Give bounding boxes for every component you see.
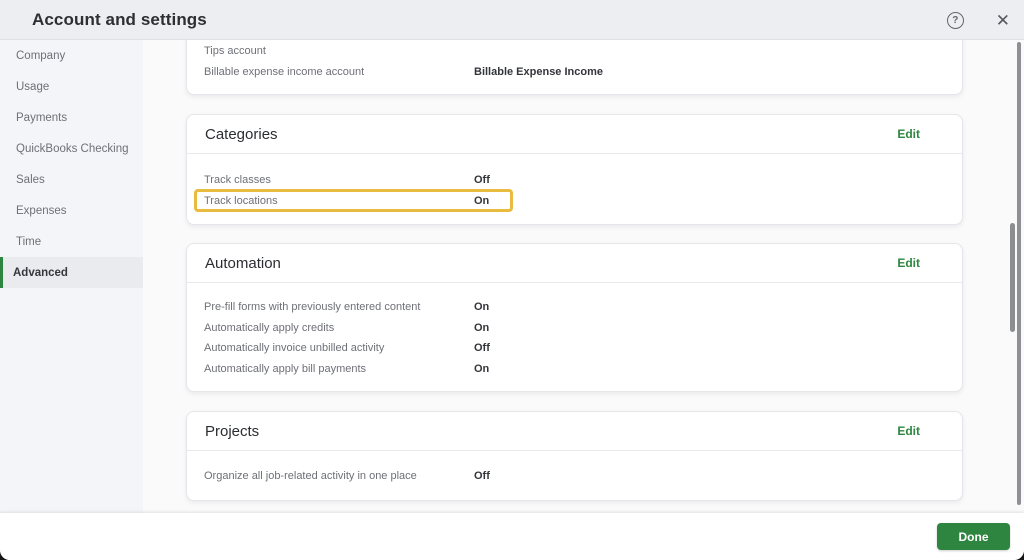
page-title: Account and settings [32,9,207,29]
card-title: Automation [205,254,281,272]
setting-label: Organize all job-related activity in one… [204,469,417,482]
setting-value: Billable Expense Income [474,65,603,78]
setting-value: On [474,321,490,334]
card-automation-header: Automation Edit [187,244,962,282]
titlebar-actions: ? ✕ [946,0,1016,40]
card-categories: Categories Edit Track classes Off Track … [186,114,963,225]
card-automation: Automation Edit Pre-fill forms with prev… [186,243,963,392]
settings-content: Tips account Billable expense income acc… [143,40,1024,513]
setting-row-track-locations: Track locations On [194,189,920,212]
categories-edit-button[interactable]: Edit [897,127,920,141]
card-title: Projects [205,422,260,440]
sidebar-item-advanced[interactable]: Advanced [0,257,143,288]
help-icon[interactable]: ? [946,11,964,29]
setting-value: Off [474,173,490,186]
setting-label: Track classes [204,173,271,186]
sidebar-item-sales[interactable]: Sales [0,164,143,195]
setting-value: On [474,362,490,375]
setting-row-billable-expense-income-account: Billable expense income account Billable… [204,61,920,82]
projects-edit-button[interactable]: Edit [897,424,920,438]
card-projects-header: Projects Edit [187,412,962,450]
sidebar-item-company[interactable]: Company [0,40,143,71]
account-settings-dialog: Account and settings ? ✕ Company Usage P… [0,0,1024,560]
setting-label: Pre-fill forms with previously entered c… [204,301,421,314]
setting-label: Tips account [204,44,266,57]
setting-label: Automatically apply bill payments [204,362,367,375]
content-scrollbar-thumb[interactable] [1010,223,1015,332]
sidebar-item-time[interactable]: Time [0,226,143,257]
setting-row-tips-account: Tips account [204,40,920,61]
sidebar-item-quickbooks-checking[interactable]: QuickBooks Checking [0,133,143,164]
dialog-titlebar: Account and settings ? ✕ [0,0,1024,40]
setting-value: On [474,194,490,207]
settings-sidebar: Company Usage Payments QuickBooks Checki… [0,40,143,513]
card-title: Categories [205,125,278,143]
done-button[interactable]: Done [937,523,1010,550]
setting-row-prefill-forms: Pre-fill forms with previously entered c… [204,297,920,318]
window-scrollbar-thumb[interactable] [1017,42,1021,505]
sidebar-item-payments[interactable]: Payments [0,102,143,133]
automation-edit-button[interactable]: Edit [897,256,920,270]
setting-row-organize-job-activity: Organize all job-related activity in one… [204,465,920,486]
setting-label: Automatically invoice unbilled activity [204,342,385,355]
card-projects: Projects Edit Organize all job-related a… [186,411,963,501]
sidebar-item-expenses[interactable]: Expenses [0,195,143,226]
setting-label: Automatically apply credits [204,321,335,334]
dialog-footer: Done [0,513,1024,560]
setting-row-invoice-unbilled-activity: Automatically invoice unbilled activity … [204,338,920,359]
setting-label: Billable expense income account [204,65,365,78]
setting-row-apply-bill-payments: Automatically apply bill payments On [204,359,920,380]
setting-label: Track locations [204,194,278,207]
close-icon[interactable]: ✕ [990,12,1016,29]
card-partial-top: Tips account Billable expense income acc… [186,40,963,95]
setting-row-track-classes: Track classes Off [204,169,920,190]
setting-value: Off [474,342,490,355]
sidebar-item-usage[interactable]: Usage [0,71,143,102]
setting-value: On [474,301,490,314]
card-categories-header: Categories Edit [187,115,962,153]
setting-value: Off [474,469,490,482]
setting-row-apply-credits: Automatically apply credits On [204,318,920,339]
